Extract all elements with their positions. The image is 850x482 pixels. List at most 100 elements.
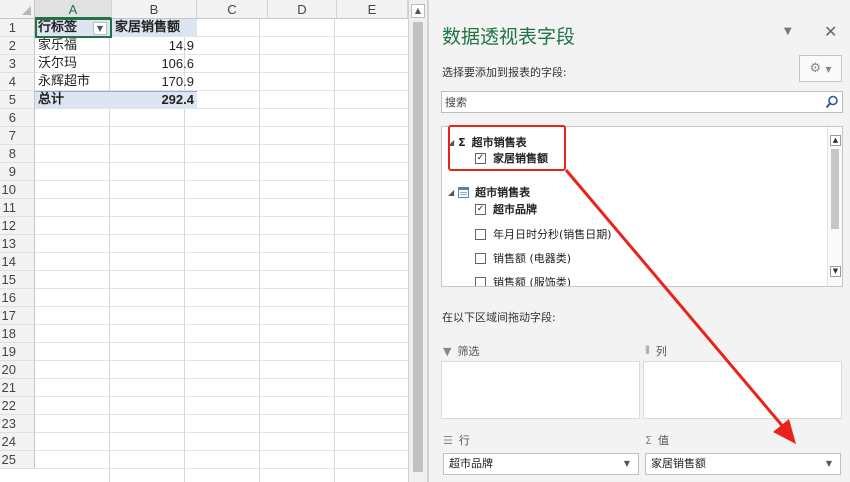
pivot-row-value[interactable]: 14.9	[112, 37, 197, 55]
pivot-row-label[interactable]: 家乐福	[35, 37, 112, 55]
field-label: 销售额 (电器类)	[493, 252, 572, 265]
table-icon	[458, 186, 470, 198]
column-header-d[interactable]: D	[268, 0, 337, 19]
checkbox-checked-icon[interactable]: ✓	[475, 203, 486, 215]
field-item-brand[interactable]: ✓ 超市品牌	[475, 200, 537, 218]
row-header[interactable]: 24	[0, 433, 35, 451]
row-header[interactable]: 2	[0, 37, 35, 55]
row-header[interactable]: 23	[0, 415, 35, 433]
spreadsheet: A B C D E 1 2 3 4 5 6 7 8 9 10 11 12 13 …	[0, 0, 408, 482]
chevron-down-icon[interactable]: ▼	[624, 454, 630, 474]
row-headers: 1 2 3 4 5 6 7 8 9 10 11 12 13 14 15 16 1…	[0, 19, 35, 469]
values-field-label: 家居销售额	[651, 457, 706, 470]
values-field-pill[interactable]: 家居销售额 ▼	[645, 453, 841, 475]
row-header[interactable]: 16	[0, 289, 35, 307]
rows-area[interactable]: ☰ 行 超市品牌 ▼	[441, 428, 640, 482]
columns-area[interactable]: ⦀ 列	[643, 339, 842, 421]
row-header[interactable]: 5	[0, 91, 35, 109]
table-node[interactable]: ◢ 超市销售表	[448, 183, 530, 201]
row-header[interactable]: 22	[0, 397, 35, 415]
field-label: 超市品牌	[493, 203, 537, 216]
row-header[interactable]: 9	[0, 163, 35, 181]
drag-fields-hint: 在以下区域间拖动字段:	[442, 311, 556, 324]
row-header[interactable]: 14	[0, 253, 35, 271]
rows-field-pill[interactable]: 超市品牌 ▼	[443, 453, 639, 475]
pivot-row-value[interactable]: 170.9	[112, 73, 197, 91]
scroll-down-arrow-icon[interactable]: ▼	[830, 266, 841, 277]
chevron-down-icon[interactable]: ▼	[826, 454, 832, 474]
pane-title: 数据透视表字段	[442, 26, 576, 48]
checkbox-unchecked-icon[interactable]	[475, 228, 486, 240]
rows-icon: ☰	[443, 433, 453, 447]
row-header[interactable]: 21	[0, 379, 35, 397]
cell-grid[interactable]: 行标签 家居销售额 家乐福 14.9 沃尔玛 106.6 永辉超市 170.9 …	[35, 19, 408, 482]
pivot-row-label[interactable]: 沃尔玛	[35, 55, 112, 73]
row-header[interactable]: 7	[0, 127, 35, 145]
field-label: 销售额 (服饰类)	[493, 276, 572, 287]
rows-field-label: 超市品牌	[449, 457, 493, 470]
chevron-down-icon: ▼	[825, 65, 832, 74]
row-header[interactable]: 8	[0, 145, 35, 163]
field-search-box[interactable]	[441, 91, 843, 113]
row-label-filter-dropdown[interactable]: ▼	[93, 22, 107, 35]
pivot-table-fields-pane: 数据透视表字段 ▼ ✕ 选择要添加到报表的字段: ⚙ ▼ ◢ Σ 超市销售表 ✓…	[428, 0, 850, 482]
highlight-box	[448, 125, 566, 171]
row-header[interactable]: 10	[0, 181, 35, 199]
choose-fields-hint: 选择要添加到报表的字段:	[442, 66, 567, 79]
row-header[interactable]: 19	[0, 343, 35, 361]
search-input[interactable]	[442, 92, 822, 112]
filter-drop-zone[interactable]	[441, 361, 640, 419]
row-header[interactable]: 17	[0, 307, 35, 325]
field-item-apparel-sales[interactable]: 销售额 (服饰类)	[475, 273, 572, 287]
checkbox-unchecked-icon[interactable]	[475, 252, 486, 264]
table-name: 超市销售表	[475, 186, 531, 199]
checkbox-unchecked-icon[interactable]	[475, 276, 486, 286]
columns-drop-zone[interactable]	[643, 361, 842, 419]
row-header[interactable]: 6	[0, 109, 35, 127]
collapse-triangle-icon[interactable]: ◢	[448, 188, 454, 197]
field-item-electronics-sales[interactable]: 销售额 (电器类)	[475, 249, 571, 267]
columns-area-label: 列	[655, 345, 667, 358]
sigma-icon: Σ	[645, 433, 652, 447]
filter-area[interactable]: ▼ 筛选	[441, 339, 640, 421]
filter-area-label: 筛选	[457, 345, 480, 358]
tools-gear-button[interactable]: ⚙ ▼	[799, 55, 842, 82]
scroll-up-arrow-icon[interactable]: ▲	[411, 4, 425, 18]
row-header[interactable]: 3	[0, 55, 35, 73]
row-header[interactable]: 20	[0, 361, 35, 379]
search-icon[interactable]	[825, 95, 839, 109]
pivot-row-value[interactable]: 106.6	[112, 55, 197, 73]
column-header-a[interactable]: A	[35, 0, 112, 19]
row-header[interactable]: 15	[0, 271, 35, 289]
scroll-thumb[interactable]	[831, 149, 839, 229]
scroll-up-arrow-icon[interactable]: ▲	[830, 135, 841, 146]
close-icon[interactable]: ✕	[824, 22, 837, 41]
pivot-total-label[interactable]: 总计	[35, 91, 112, 109]
select-all-corner[interactable]	[0, 0, 35, 19]
column-header-c[interactable]: C	[197, 0, 268, 19]
scroll-thumb[interactable]	[413, 22, 423, 472]
row-header[interactable]: 12	[0, 217, 35, 235]
column-header-e[interactable]: E	[337, 0, 408, 19]
columns-icon: ⦀	[645, 344, 650, 357]
row-header[interactable]: 25	[0, 451, 35, 469]
pane-options-chevron-down-icon[interactable]: ▼	[784, 26, 792, 37]
field-label: 年月日时分秒(销售日期)	[493, 228, 612, 241]
row-header[interactable]: 1	[0, 19, 35, 37]
row-header[interactable]: 11	[0, 199, 35, 217]
row-header[interactable]: 13	[0, 235, 35, 253]
sheet-vertical-scrollbar[interactable]: ▲	[408, 0, 428, 482]
field-list-scrollbar[interactable]: ▲ ▼	[827, 127, 842, 286]
values-area[interactable]: Σ值 家居销售额 ▼	[643, 428, 842, 482]
column-headers: A B C D E	[35, 0, 408, 19]
column-header-b[interactable]: B	[112, 0, 197, 19]
filter-funnel-icon: ▼	[443, 344, 452, 358]
pivot-value-header[interactable]: 家居销售额	[112, 19, 197, 37]
row-header[interactable]: 4	[0, 73, 35, 91]
pivot-total-value[interactable]: 292.4	[112, 91, 197, 109]
row-header[interactable]: 18	[0, 325, 35, 343]
field-item-sales-date[interactable]: 年月日时分秒(销售日期)	[475, 225, 612, 243]
pivot-row-label[interactable]: 永辉超市	[35, 73, 112, 91]
gear-icon: ⚙	[809, 61, 822, 76]
values-area-label: 值	[657, 434, 669, 447]
